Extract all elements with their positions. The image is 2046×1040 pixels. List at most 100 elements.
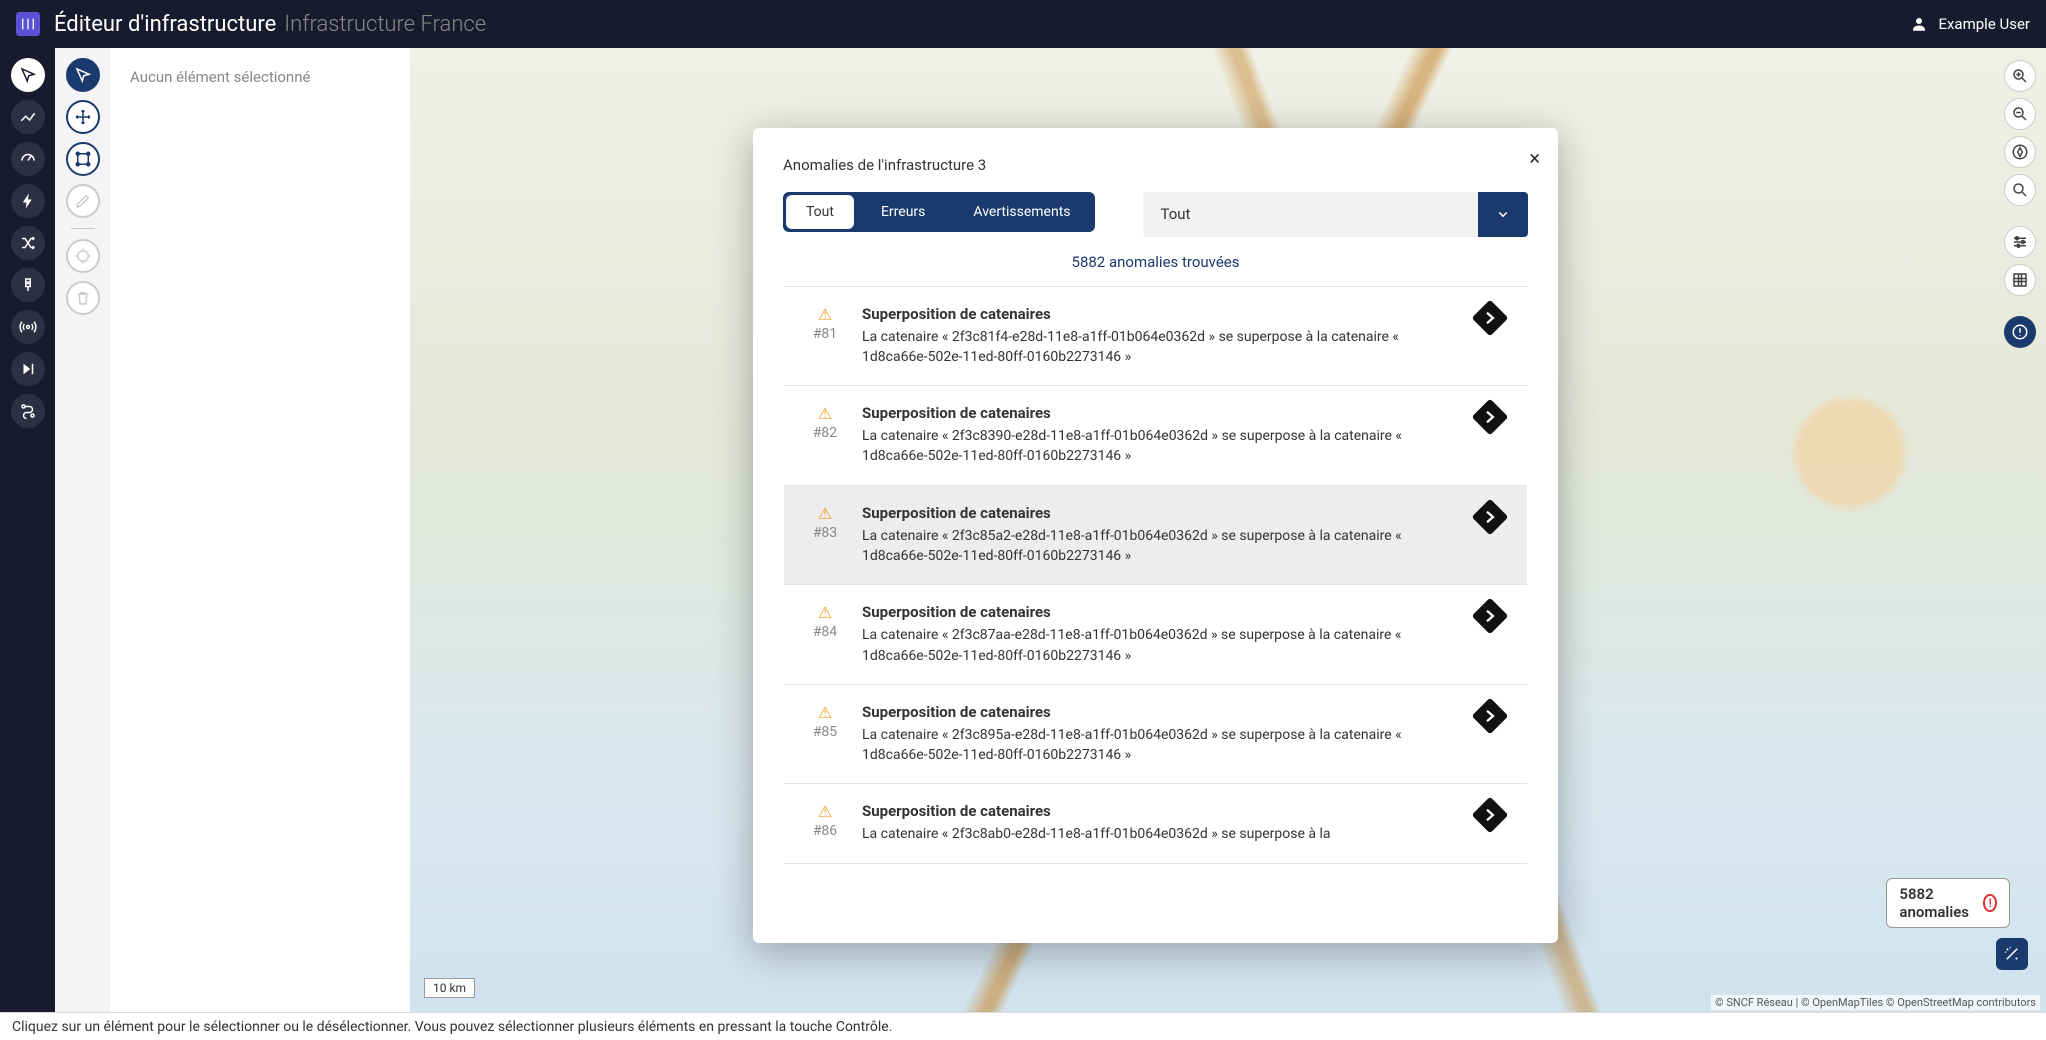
anomaly-title: Superposition de catenaires: [862, 305, 1457, 323]
anomalies-button[interactable]: [2004, 316, 2036, 348]
compass-icon: [2011, 143, 2029, 161]
tool-line[interactable]: [11, 100, 45, 134]
map-canvas[interactable]: 10 km © SNCF Réseau | © OpenMapTiles © O…: [410, 48, 2046, 1012]
tool2-pointer[interactable]: [66, 58, 100, 92]
route-icon: [19, 402, 37, 420]
zoom-in-button[interactable]: [2004, 60, 2036, 92]
toolbar-divider: [71, 228, 95, 229]
arrow-icon: [1481, 607, 1499, 625]
dropdown-toggle[interactable]: [1478, 192, 1528, 237]
selection-empty-text: Aucun élément sélectionné: [130, 68, 310, 86]
broadcast-icon: [19, 318, 37, 336]
anomaly-description: La catenaire « 2f3c81f4-e28d-11e8-a1ff-0…: [862, 327, 1457, 368]
tool-power[interactable]: [11, 184, 45, 218]
shuffle-icon: [19, 234, 37, 252]
search-map-button[interactable]: [2004, 174, 2036, 206]
warning-icon: ⚠: [806, 603, 844, 622]
arrow-icon: [1481, 408, 1499, 426]
anomaly-title: Superposition de catenaires: [862, 603, 1457, 621]
status-hint: Cliquez sur un élément pour le sélection…: [12, 1019, 892, 1035]
tool-route[interactable]: [11, 394, 45, 428]
primary-toolbar: [0, 48, 55, 1012]
sliders-icon: [2011, 233, 2029, 251]
segment-all[interactable]: Tout: [786, 195, 854, 229]
bolt-icon: [19, 192, 37, 210]
chevron-down-icon: [1494, 205, 1512, 223]
app-subtitle: Infrastructure France: [284, 12, 486, 37]
trash-icon: [74, 289, 92, 307]
anomaly-title: Superposition de catenaires: [862, 802, 1457, 820]
anomaly-number: #84: [806, 624, 844, 640]
anomaly-count-text: 5882 anomalies trouvées: [783, 253, 1528, 271]
anomaly-row[interactable]: ⚠ #84 Superposition de catenaires La catena…: [784, 585, 1527, 685]
goto-button[interactable]: [1472, 498, 1509, 535]
tool-broadcast[interactable]: [11, 310, 45, 344]
goto-button[interactable]: [1472, 399, 1509, 436]
tool2-polygon[interactable]: [66, 142, 100, 176]
anomaly-description: La catenaire « 2f3c87aa-e28d-11e8-a1ff-0…: [862, 625, 1457, 666]
anomaly-row[interactable]: ⚠#81Superposition de catenairesLa catena…: [784, 286, 1527, 387]
warning-icon: ⚠: [806, 305, 844, 324]
tool2-delete: [66, 281, 100, 315]
tool2-move[interactable]: [66, 100, 100, 134]
user-icon: [1910, 15, 1928, 33]
grid-button[interactable]: [2004, 264, 2036, 296]
anomaly-row[interactable]: ⚠#83Superposition de catenairesLa catena…: [784, 486, 1527, 586]
modal-close-button[interactable]: ×: [1529, 146, 1540, 170]
selection-panel: Aucun élément sélectionné: [110, 48, 410, 1012]
goto-button[interactable]: [1472, 697, 1509, 734]
tool2-target: [66, 239, 100, 273]
app-title: Éditeur d'infrastructure: [54, 12, 276, 37]
map-attribution: © SNCF Réseau | © OpenMapTiles © OpenStr…: [1711, 995, 2040, 1010]
tool2-edit: [66, 184, 100, 218]
app-logo: [16, 12, 40, 36]
warning-icon: ⚠: [806, 703, 844, 722]
severity-segmented: Tout Erreurs Avertissements: [783, 192, 1095, 232]
anomaly-row[interactable]: ⚠#85Superposition de catenairesLa catena…: [784, 685, 1527, 785]
user-menu[interactable]: Example User: [1910, 15, 2030, 33]
zoom-out-button[interactable]: [2004, 98, 2036, 130]
anomaly-number: #86: [806, 823, 844, 839]
map-scale: 10 km: [424, 978, 475, 998]
skip-icon: [19, 360, 37, 378]
anomaly-number: #82: [806, 425, 844, 441]
signal-icon: [19, 276, 37, 294]
tool-shuffle[interactable]: [11, 226, 45, 260]
wand-icon: [2003, 945, 2021, 963]
tool-speed[interactable]: [11, 142, 45, 176]
anomaly-description: La catenaire « 2f3c8ab0-e28d-11e8-a1ff-0…: [862, 824, 1457, 844]
warning-icon: ⚠: [806, 504, 844, 523]
anomaly-list[interactable]: ⚠#81Superposition de catenairesLa catena…: [783, 285, 1528, 921]
goto-button[interactable]: [1472, 598, 1509, 635]
layers-button[interactable]: [2004, 226, 2036, 258]
tool-signal[interactable]: [11, 268, 45, 302]
anomalies-pill[interactable]: 5882 anomalies !: [1886, 878, 2010, 928]
goto-button[interactable]: [1472, 797, 1509, 834]
zoom-out-icon: [2011, 105, 2029, 123]
segment-errors[interactable]: Erreurs: [857, 192, 949, 232]
grid-icon: [2011, 271, 2029, 289]
goto-button[interactable]: [1472, 299, 1509, 336]
user-name: Example User: [1938, 15, 2030, 33]
anomaly-row[interactable]: ⚠#82Superposition de catenairesLa catena…: [784, 386, 1527, 486]
arrow-icon: [1481, 806, 1499, 824]
anomaly-number: #83: [806, 525, 844, 541]
tool-pointer[interactable]: [11, 58, 45, 92]
anomaly-title: Superposition de catenaires: [862, 404, 1457, 422]
anomaly-row[interactable]: ⚠#86Superposition de catenairesLa catena…: [784, 784, 1527, 863]
anomaly-description: La catenaire « 2f3c85a2-e28d-11e8-a1ff-0…: [862, 526, 1457, 567]
anomalies-count-label: 5882 anomalies: [1899, 885, 1973, 921]
secondary-toolbar: [55, 48, 110, 1012]
anomaly-title: Superposition de catenaires: [862, 703, 1457, 721]
app-header: Éditeur d'infrastructure Infrastructure …: [0, 0, 2046, 48]
tool-next[interactable]: [11, 352, 45, 386]
gauge-icon: [19, 150, 37, 168]
cursor-icon: [19, 66, 37, 84]
segment-warnings[interactable]: Avertissements: [949, 192, 1094, 232]
arrow-icon: [1481, 309, 1499, 327]
filter-dropdown[interactable]: Tout: [1143, 192, 1529, 237]
pencil-icon: [74, 192, 92, 210]
magic-wand-button[interactable]: [1996, 938, 2028, 970]
alert-icon: !: [1983, 894, 1997, 912]
compass-button[interactable]: [2004, 136, 2036, 168]
